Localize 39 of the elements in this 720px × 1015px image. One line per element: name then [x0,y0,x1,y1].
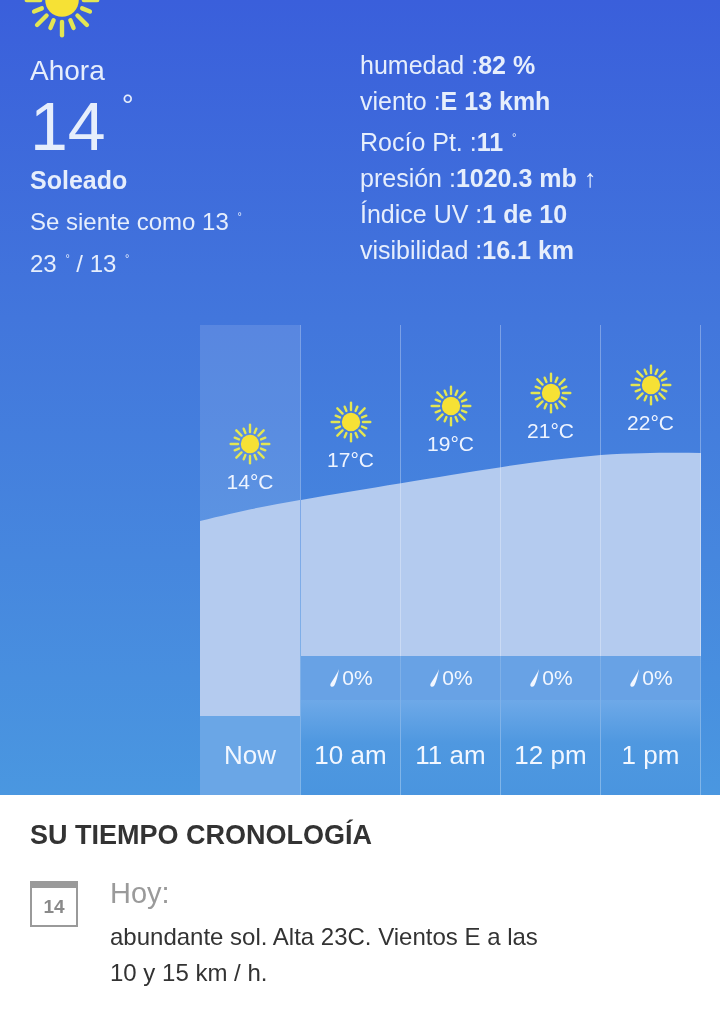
hour-temperature: 14°C [226,469,274,495]
detail-row-text: humedad :82 % [360,50,537,81]
high-low-text: 23 $^{°}$ / 13 $^{°}$ [30,248,130,279]
hour-label: 10 am [314,740,387,771]
raindrop-icon [428,668,441,688]
detail-row-text: Rocío Pt. :11 $^{°}$ [360,127,518,159]
sun-icon [227,421,273,467]
precipitation-text: 0% [442,666,473,690]
hour-temperature: 22°C [627,410,674,436]
hour-column[interactable]: 22°C 0% 1 pm [600,325,700,795]
feels-like-text: Se siente como 13 $^{°}$ [30,206,242,237]
forecast-text: abundante sol. Alta 23C. Vientos E a las 10 y 15 km / h. [110,922,539,988]
degree-unit: ° [121,90,134,120]
raindrop-icon [628,668,641,688]
current-temperature: 14 [30,92,106,160]
hour-temperature: 21°C [527,418,574,444]
now-label: Ahora [30,54,105,88]
detail-row-text: presión :1020.3 mb ↑ [360,163,598,195]
hour-label: 11 am [415,740,486,771]
detail-row-text: visibilidad :16.1 km [360,235,576,267]
precipitation-text: 0% [342,666,373,690]
hour-column[interactable]: 19°C 0% 11 am [400,325,500,795]
precipitation-text: 0% [542,666,573,690]
detail-row-text: viento :E 13 kmh [360,86,552,117]
hour-column[interactable]: 21°C 0% 12 pm [500,325,600,795]
precipitation-text: 0% [642,666,673,690]
raindrop-icon [328,668,341,688]
section-title: SU TIEMPO CRONOLOGÍA [30,818,373,852]
condition-text: Soleado [30,165,128,196]
raindrop-icon [528,668,541,688]
hour-label: 12 pm [514,740,587,771]
hour-temperature: 17°C [327,447,374,473]
day-label: Hoy: [110,876,171,911]
hour-label: 1 pm [621,740,680,771]
hour-label: Now [224,740,276,771]
detail-row-text: Índice UV :1 de 10 [360,199,569,231]
hour-column[interactable]: 17°C 0% 10 am [300,325,400,795]
hour-temperature: 19°C [427,431,474,457]
calendar-date: 14 [43,895,65,918]
